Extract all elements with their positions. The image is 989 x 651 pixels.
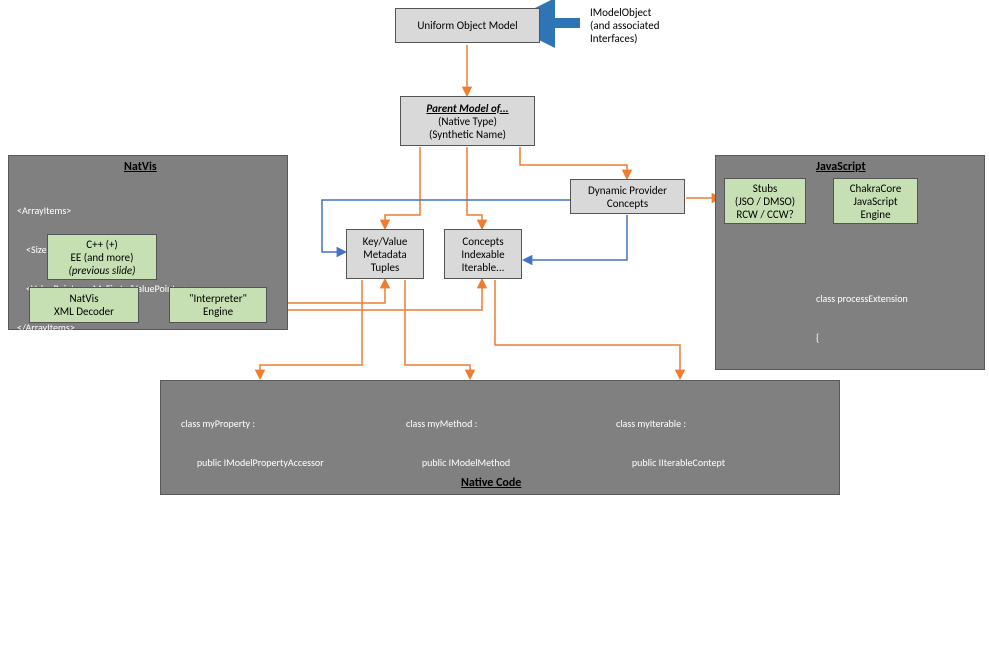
node-cpp-ee: C++ (+) EE (and more) (previous slide) — [47, 234, 157, 280]
node-chakracore-engine: ChakraCore JavaScript Engine — [833, 178, 918, 224]
node-natvis-xml-decoder: NatVis XML Decoder — [29, 287, 139, 323]
native-myproperty: class myProperty : public IModelProperty… — [181, 391, 324, 612]
node-concepts-indexable-iterable: Concepts Indexable Iterable... — [444, 229, 522, 279]
node-key-value-metadata: Key/Value Metadata Tuples — [346, 229, 424, 279]
node-dynamic-provider-concepts: Dynamic Provider Concepts — [570, 179, 685, 214]
panel-natvis: NatVis <ArrayItems> <Size>_Mylast - _Myf… — [8, 155, 288, 330]
node-uniform-object-model: Uniform Object Model — [395, 8, 540, 43]
native-mymethod: class myMethod : public IModelMethod { /… — [406, 391, 510, 612]
annotation-imodelobject: IModelObject (and associated Interfaces) — [590, 6, 660, 45]
panel-native-code: class myProperty : public IModelProperty… — [160, 380, 840, 495]
node-interpreter-engine: "Interpreter" Engine — [169, 287, 267, 323]
node-stubs: Stubs (JSO / DMSO) RCW / CCW? — [724, 178, 806, 224]
native-myiterable: class myIterable : public IIterableConte… — [616, 391, 762, 651]
panel-javascript: JavaScript Stubs (JSO / DMSO) RCW / CCW?… — [715, 155, 985, 370]
label: Uniform Object Model — [417, 19, 517, 32]
node-parent-model: Parent Model of... (Native Type) (Synthe… — [400, 96, 535, 146]
